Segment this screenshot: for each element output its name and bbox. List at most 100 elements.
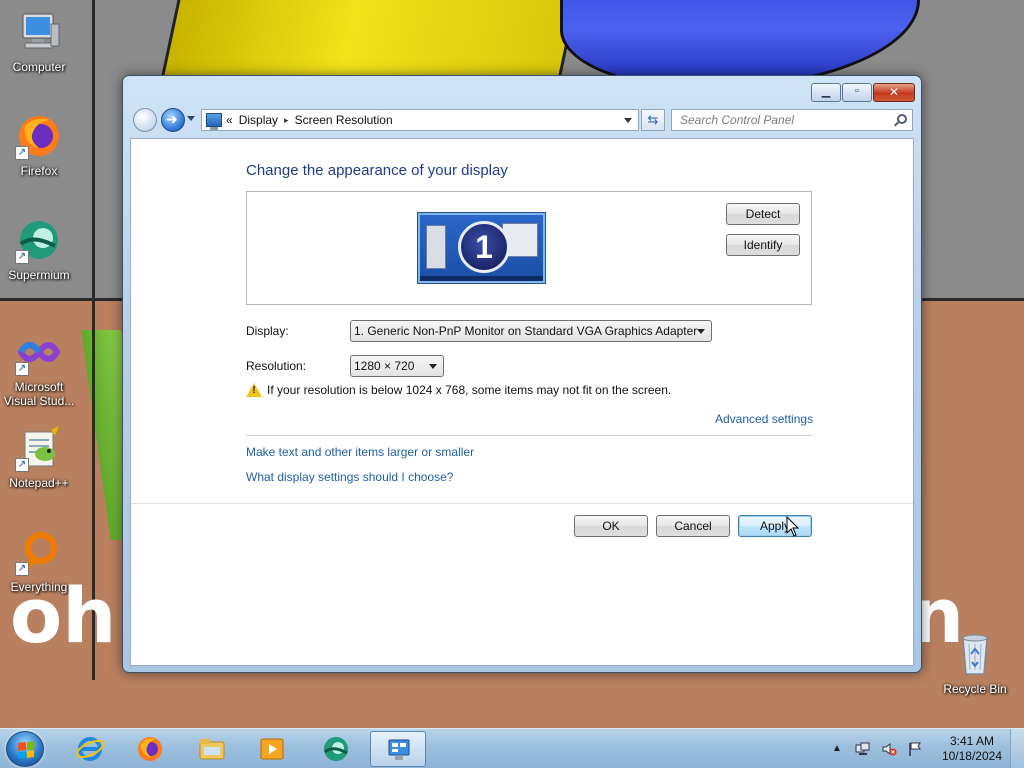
breadcrumb-screen-resolution[interactable]: Screen Resolution — [295, 113, 393, 127]
desktop-icon-notepadpp[interactable]: ↗ Notepad++ — [0, 424, 78, 490]
display-select-value: 1. Generic Non-PnP Monitor on Standard V… — [354, 324, 698, 338]
shortcut-arrow-icon: ↗ — [15, 146, 29, 160]
identify-button[interactable]: Identify — [726, 234, 800, 256]
firefox-icon: ↗ — [15, 112, 63, 160]
breadcrumb-separator-icon[interactable]: ▸ — [284, 115, 289, 126]
refresh-icon: ⇆ — [647, 112, 659, 127]
close-icon: ✕ — [888, 85, 900, 99]
network-icon[interactable] — [855, 741, 871, 757]
computer-icon — [15, 8, 63, 56]
desktop-icon-label: Notepad++ — [9, 476, 69, 490]
content-area: Change the appearance of your display 1 … — [130, 138, 914, 666]
caption-buttons: ▁ ▫ ✕ — [811, 83, 915, 102]
start-button[interactable] — [6, 731, 44, 767]
search-icon[interactable] — [897, 114, 907, 124]
back-button[interactable] — [133, 108, 157, 132]
show-hidden-icons-button[interactable]: ▲ — [829, 741, 845, 757]
display-label: Display: — [246, 324, 289, 338]
breadcrumb-overflow-chevron[interactable]: « — [226, 113, 233, 127]
advanced-settings-link[interactable]: Advanced settings — [715, 412, 813, 426]
action-center-flag-icon[interactable] — [907, 741, 923, 757]
desktop-icon-visual-studio[interactable]: ↗ Microsoft Visual Stud... — [0, 328, 78, 408]
desktop-icon-computer[interactable]: Computer — [0, 8, 78, 74]
resolution-label: Resolution: — [246, 359, 307, 373]
taskbar-control-panel[interactable] — [370, 731, 426, 767]
desktop-icon-firefox[interactable]: ↗ Firefox — [0, 112, 78, 178]
desktop-icon-label: Microsoft Visual Stud... — [3, 380, 75, 408]
control-panel-icon — [206, 113, 222, 130]
search-input[interactable]: Search Control Panel — [671, 109, 913, 131]
warning-text: If your resolution is below 1024 x 768, … — [267, 383, 672, 397]
resolution-select[interactable]: 1280 × 720 — [350, 355, 444, 377]
display-settings-help-link[interactable]: What display settings should I choose? — [246, 470, 453, 484]
detect-button[interactable]: Detect — [726, 203, 800, 225]
page-title: Change the appearance of your display — [246, 162, 508, 179]
breadcrumb-display[interactable]: Display — [239, 113, 278, 127]
close-button[interactable]: ✕ — [873, 83, 915, 102]
address-bar[interactable]: « Display ▸ Screen Resolution — [201, 109, 639, 131]
desktop-icon-recycle-bin[interactable]: Recycle Bin — [936, 630, 1014, 696]
monitor-number: 1 — [458, 221, 510, 273]
file-explorer-icon — [199, 739, 225, 760]
breadcrumb: « Display ▸ Screen Resolution — [226, 113, 393, 127]
recent-pages-dropdown[interactable] — [187, 116, 195, 121]
supermium-icon — [324, 737, 348, 761]
shortcut-arrow-icon: ↗ — [15, 458, 29, 472]
display-select[interactable]: 1. Generic Non-PnP Monitor on Standard V… — [350, 320, 712, 342]
text-size-link[interactable]: Make text and other items larger or smal… — [246, 445, 474, 459]
monitor-preview-window — [426, 225, 446, 269]
windows-logo-icon — [18, 741, 34, 759]
visual-studio-icon: ↗ — [15, 328, 63, 376]
forward-button[interactable]: ➜ — [161, 108, 185, 132]
taskbar-media-player[interactable] — [244, 731, 300, 767]
minimize-button[interactable]: ▁ — [811, 83, 841, 102]
system-tray: ▲ 3:41 AM 10/18/2024 — [824, 729, 1024, 768]
media-player-icon — [260, 738, 284, 760]
volume-muted-icon[interactable] — [881, 741, 897, 757]
ok-button[interactable]: OK — [574, 515, 648, 537]
shortcut-arrow-icon: ↗ — [15, 562, 29, 576]
screen-resolution-window: ▁ ▫ ✕ ➜ « Display ▸ Screen Resolution ⇆ … — [122, 75, 922, 673]
taskbar-clock[interactable]: 3:41 AM 10/18/2024 — [942, 734, 1002, 764]
apply-button[interactable]: Apply — [738, 515, 812, 537]
arrow-right-icon: ➜ — [166, 111, 178, 127]
desktop-icon-label: Supermium — [8, 268, 70, 282]
resolution-select-value: 1280 × 720 — [354, 359, 415, 373]
taskbar-supermium[interactable] — [308, 731, 364, 767]
clock-date: 10/18/2024 — [941, 749, 1002, 763]
taskbar-file-explorer[interactable] — [184, 731, 240, 767]
desktop-icon-everything[interactable]: ↗ Everything — [0, 528, 78, 594]
mouse-cursor-icon — [786, 516, 800, 537]
chevron-down-icon — [429, 364, 437, 369]
supermium-icon: ↗ — [15, 216, 63, 264]
resolution-warning: ! If your resolution is below 1024 x 768… — [246, 383, 671, 397]
cancel-button[interactable]: Cancel — [656, 515, 730, 537]
firefox-icon — [138, 737, 162, 761]
minimize-icon: ▁ — [821, 86, 831, 98]
refresh-button[interactable]: ⇆ — [641, 109, 665, 131]
shortcut-arrow-icon: ↗ — [15, 362, 29, 376]
taskbar-internet-explorer[interactable] — [62, 731, 118, 767]
maximize-button[interactable]: ▫ — [842, 83, 872, 102]
desktop-icon-label: Recycle Bin — [943, 682, 1007, 696]
desktop-icon-label: Firefox — [20, 164, 58, 178]
footer-divider — [131, 503, 913, 504]
maximize-icon: ▫ — [855, 85, 859, 97]
control-panel-icon — [388, 739, 410, 760]
shortcut-arrow-icon: ↗ — [15, 250, 29, 264]
chevron-down-icon — [697, 329, 705, 334]
everything-icon: ↗ — [15, 528, 63, 576]
search-placeholder: Search Control Panel — [680, 113, 795, 127]
recycle-bin-icon — [951, 630, 999, 678]
desktop-icon-supermium[interactable]: ↗ Supermium — [0, 216, 78, 282]
section-divider — [246, 435, 812, 436]
monitor-preview-taskbar — [420, 276, 543, 281]
show-desktop-button[interactable] — [1010, 729, 1024, 768]
notepadpp-icon: ↗ — [15, 424, 63, 472]
warning-icon: ! — [246, 383, 262, 397]
clock-time: 3:41 AM — [949, 734, 994, 748]
monitor-1-tile[interactable]: 1 — [418, 213, 545, 283]
internet-explorer-icon — [76, 737, 104, 761]
taskbar-firefox[interactable] — [122, 731, 178, 767]
chevron-down-icon[interactable] — [624, 118, 632, 123]
